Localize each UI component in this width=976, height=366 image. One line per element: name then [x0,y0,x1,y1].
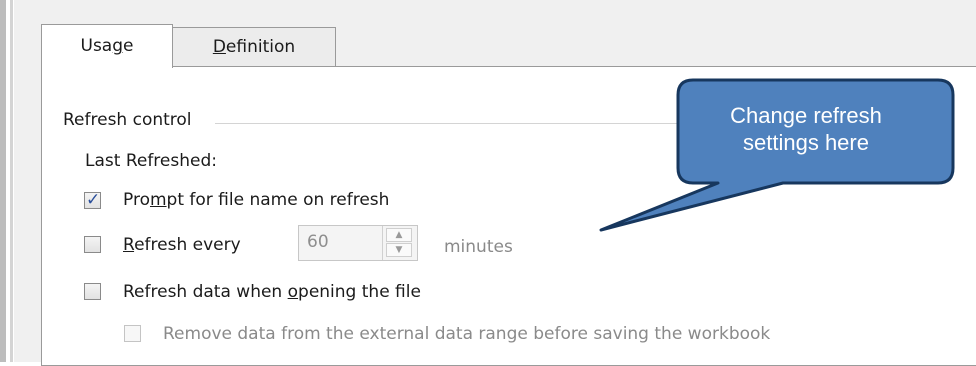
callout-line-2: settings here [743,130,869,155]
tab-usage[interactable]: Usage [41,24,173,68]
tab-usage-label-b: e [123,36,134,56]
callout-text: Change refresh settings here [680,102,932,156]
callout-line-1: Change refresh [730,103,882,128]
tab-usage-accel: g [112,36,124,56]
tab-usage-label-a: Usa [80,36,113,56]
